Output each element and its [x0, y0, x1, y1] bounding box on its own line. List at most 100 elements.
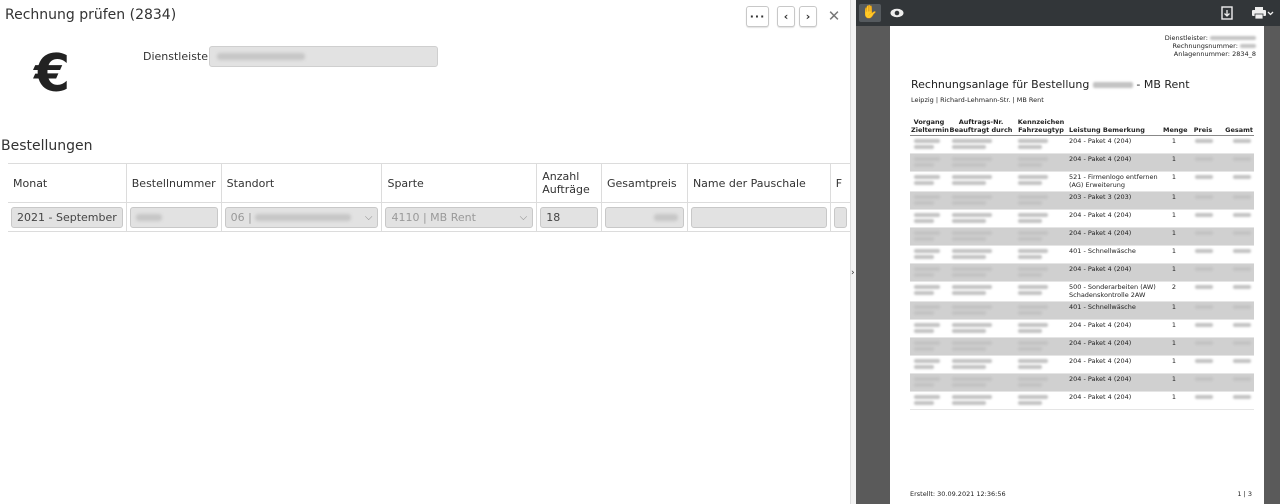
- pdf-col-menge: Menge: [1162, 118, 1188, 136]
- redacted-text: [1018, 181, 1042, 185]
- pdf-cell-leistung: 204 - Paket 4 (204): [1068, 319, 1162, 338]
- pdf-cell-menge: 1: [1162, 227, 1186, 246]
- redacted-text: [1018, 305, 1048, 309]
- redacted-text: [952, 267, 992, 271]
- redacted-text: [914, 255, 934, 259]
- pdf-cell-leistung: 203 - Paket 3 (203): [1068, 191, 1162, 210]
- pdf-footer-created: Erstellt: 30.09.2021 12:36:56: [910, 490, 1006, 498]
- pauschale-field[interactable]: [690, 206, 827, 228]
- redacted-text: [952, 273, 986, 277]
- redacted-text: [1195, 139, 1213, 143]
- bestellnummer-field[interactable]: [129, 206, 218, 228]
- pdf-cell-menge: 1: [1162, 171, 1186, 192]
- redacted-text: [914, 267, 940, 271]
- redacted-text: [1195, 157, 1213, 161]
- truncated-field[interactable]: [833, 206, 847, 228]
- redacted-text: [914, 401, 934, 405]
- dienstleister-field[interactable]: [209, 46, 438, 67]
- chevron-right-icon[interactable]: ›: [851, 268, 855, 278]
- redacted-text: [914, 163, 934, 167]
- pdf-toolbar: ✋: [856, 0, 1280, 26]
- redacted-text: [1018, 195, 1048, 199]
- redacted-text: [1195, 323, 1213, 327]
- redacted-text: [952, 157, 992, 161]
- close-icon[interactable]: ✕: [826, 6, 842, 26]
- redacted-text: [1195, 175, 1213, 179]
- redacted-text: [952, 323, 992, 327]
- redacted-text: [1233, 341, 1251, 345]
- pdf-cell-menge: 1: [1162, 135, 1186, 154]
- more-button[interactable]: ···: [746, 6, 769, 27]
- anzahl-auftraege-field[interactable]: 18: [540, 206, 598, 228]
- redacted-text: [914, 383, 934, 387]
- redacted-text: [1018, 285, 1048, 289]
- redacted-text: [914, 181, 934, 185]
- chevron-left-icon: ‹: [783, 10, 789, 23]
- redacted-text: [1018, 365, 1042, 369]
- redacted-text: [1233, 195, 1251, 199]
- redacted-text: [914, 157, 940, 161]
- column-header-gesamtpreis[interactable]: Gesamtpreis: [601, 163, 688, 203]
- next-button[interactable]: ›: [799, 6, 817, 27]
- redacted-text: [1195, 249, 1213, 253]
- print-icon[interactable]: [1250, 4, 1276, 22]
- pdf-header-rechnungsnummer: Rechnungsnummer:: [1172, 42, 1256, 50]
- column-header-pauschale[interactable]: Name der Pauschale: [686, 163, 831, 203]
- redacted-text: [914, 175, 940, 179]
- redacted-text: [1233, 157, 1251, 161]
- fit-page-icon[interactable]: [1218, 4, 1236, 22]
- column-header-bestellnummer[interactable]: Bestellnummer: [125, 163, 222, 203]
- pdf-cell-leistung: 204 - Paket 4 (204): [1068, 337, 1162, 356]
- redacted-text: [952, 401, 986, 405]
- redacted-text: [1018, 347, 1042, 351]
- redacted-text: [1018, 175, 1048, 179]
- redacted-text: [1018, 341, 1048, 345]
- standort-select[interactable]: 06 | ⌵: [224, 206, 379, 228]
- redacted-text: [1018, 255, 1042, 259]
- redacted-text: [952, 195, 992, 199]
- redacted-text: [914, 273, 934, 277]
- sparte-select[interactable]: 4110 | MB Rent ⌵: [385, 206, 534, 228]
- redacted-text: [1233, 213, 1251, 217]
- column-header-monat[interactable]: Monat: [8, 163, 127, 203]
- redacted-text: [653, 214, 678, 221]
- column-header-truncated[interactable]: F: [829, 163, 850, 203]
- pdf-table-header: Vorgang Zieltermin Auftrags-Nr. Beauftra…: [910, 118, 1254, 136]
- pdf-col-vorgang: Vorgang Zieltermin: [910, 118, 949, 136]
- redacted-text: [952, 347, 986, 351]
- redacted-text: [914, 139, 940, 143]
- redacted-text: [952, 181, 986, 185]
- eye-icon[interactable]: [887, 4, 907, 22]
- redacted-text: [1018, 359, 1048, 363]
- pdf-cell-menge: 1: [1162, 191, 1186, 210]
- column-header-anzahl-auftraege[interactable]: Anzahl Aufträge: [536, 163, 602, 203]
- hand-tool-icon[interactable]: ✋: [859, 4, 881, 22]
- column-header-standort[interactable]: Standort: [220, 163, 382, 203]
- redacted-text: [914, 323, 940, 327]
- previous-button[interactable]: ‹: [777, 6, 795, 27]
- pdf-cell-leistung: 204 - Paket 4 (204): [1068, 391, 1162, 410]
- redacted-text: [952, 237, 986, 241]
- redacted-text: [1018, 377, 1048, 381]
- pdf-cell-leistung: 521 - Firmenlogo entfernen (AG) Erweiter…: [1068, 171, 1162, 192]
- redacted-text: [952, 365, 986, 369]
- redacted-text: [952, 291, 986, 295]
- redacted-text: [914, 311, 934, 315]
- pdf-cell-leistung: 500 - Sonderarbeiten (AW) Schadenskontro…: [1068, 281, 1162, 302]
- monat-field[interactable]: 2021 - September: [11, 206, 123, 228]
- redacted-text: [1195, 395, 1213, 399]
- redacted-text: [914, 329, 934, 333]
- pdf-table-row: 204 - Paket 4 (204) 1: [910, 373, 1254, 392]
- gesamtpreis-field[interactable]: [605, 206, 684, 228]
- euro-icon: €: [34, 44, 71, 104]
- redacted-text: [1018, 157, 1048, 161]
- redacted-text: [1233, 395, 1251, 399]
- pdf-table-row: 500 - Sonderarbeiten (AW) Schadenskontro…: [910, 281, 1254, 302]
- pdf-items-table: Vorgang Zieltermin Auftrags-Nr. Beauftra…: [910, 118, 1254, 410]
- redacted-text: [1195, 341, 1213, 345]
- pdf-cell-menge: 1: [1162, 391, 1186, 410]
- redacted-text: [1018, 249, 1048, 253]
- pdf-cell-leistung: 204 - Paket 4 (204): [1068, 135, 1162, 154]
- redacted-text: [1233, 285, 1251, 289]
- column-header-sparte[interactable]: Sparte: [381, 163, 537, 203]
